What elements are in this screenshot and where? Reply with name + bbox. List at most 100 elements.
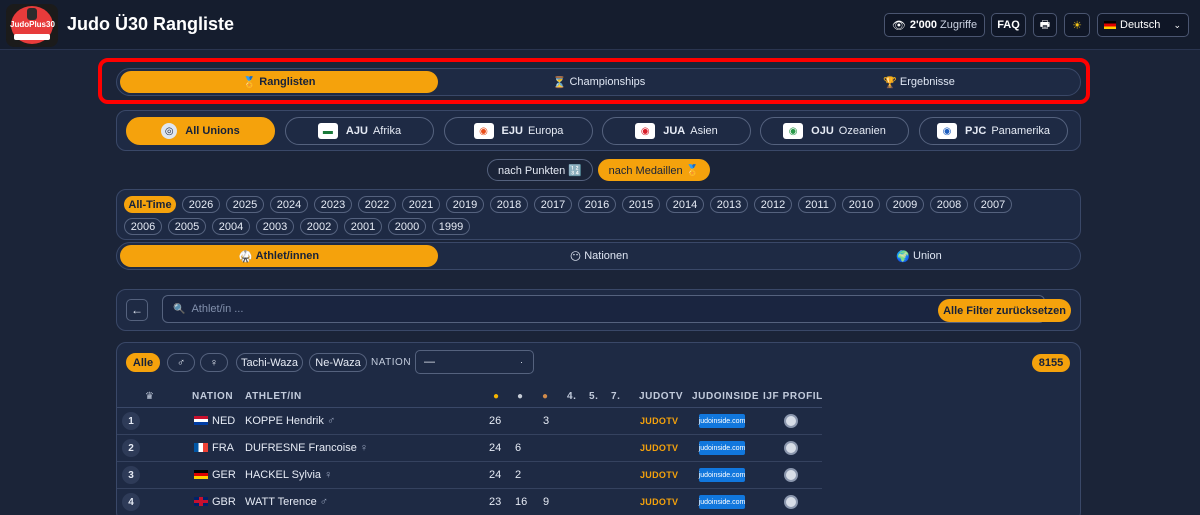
union-name: Europa: [527, 125, 564, 137]
gold-medal-icon[interactable]: ●: [493, 391, 500, 402]
year-pill-2018[interactable]: 2018: [490, 196, 528, 213]
tab-union[interactable]: 🌍 Union: [760, 245, 1078, 267]
nation-code: GER: [212, 469, 236, 481]
filter-ne-waza-button[interactable]: Ne-Waza: [309, 353, 367, 372]
app-logo[interactable]: JudoPlus30: [6, 4, 58, 47]
filter-all-button[interactable]: Alle: [126, 353, 160, 372]
col-4th-header[interactable]: 4.: [567, 391, 577, 402]
year-pill-2000[interactable]: 2000: [388, 218, 426, 235]
theme-toggle-button[interactable]: ☀: [1064, 13, 1090, 37]
sort-medals-button[interactable]: nach Medaillen 🏅: [598, 159, 710, 181]
year-pill-2013[interactable]: 2013: [710, 196, 748, 213]
trophy-icon: 🏆: [883, 76, 897, 89]
tab-ranglisten[interactable]: 🏅 Ranglisten: [120, 71, 438, 93]
reset-filters-button[interactable]: Alle Filter zurücksetzen: [938, 299, 1071, 322]
ijf-profile-icon[interactable]: [784, 468, 798, 482]
judotv-link[interactable]: JUDOTV: [640, 497, 678, 507]
col-athlete-header[interactable]: ATHLET/IN: [245, 391, 302, 402]
tab-athletes[interactable]: 🥋 Athlet/innen: [120, 245, 438, 267]
year-pill-2001[interactable]: 2001: [344, 218, 382, 235]
athlete-cell[interactable]: WATT Terence ♂: [245, 496, 328, 508]
flag-icon: [194, 497, 208, 506]
athlete-name: WATT Terence: [245, 496, 317, 508]
tab-ergebnisse[interactable]: 🏆 Ergebnisse: [760, 71, 1078, 93]
year-pill-2015[interactable]: 2015: [622, 196, 660, 213]
nation-cell: NED: [194, 415, 235, 427]
year-pill-2019[interactable]: 2019: [446, 196, 484, 213]
year-pill-2004[interactable]: 2004: [212, 218, 250, 235]
year-pill-2023[interactable]: 2023: [314, 196, 352, 213]
union-eju-button[interactable]: ◉ EJU Europa: [444, 117, 593, 145]
bronze-medal-icon[interactable]: ●: [542, 391, 549, 402]
table-row[interactable]: 2 FRA DUFRESNE Francoise ♀ 24 6 JUDOTV judoins…: [117, 435, 822, 462]
year-pill-2016[interactable]: 2016: [578, 196, 616, 213]
tab-label: Union: [913, 250, 942, 262]
union-pjc-button[interactable]: ◉ PJC Panamerika: [919, 117, 1068, 145]
ijf-profile-icon[interactable]: [784, 414, 798, 428]
filter-male-button[interactable]: ♂: [167, 353, 195, 372]
year-pill-2014[interactable]: 2014: [666, 196, 704, 213]
union-aju-button[interactable]: ▬ AJU Afrika: [285, 117, 434, 145]
ijf-profile-icon[interactable]: [784, 495, 798, 509]
year-pill-2002[interactable]: 2002: [300, 218, 338, 235]
ijf-profile-icon[interactable]: [784, 441, 798, 455]
views-counter[interactable]: 👁 2'000 Zugriffe: [884, 13, 985, 37]
year-pill-2010[interactable]: 2010: [842, 196, 880, 213]
year-pill-2011[interactable]: 2011: [798, 196, 836, 213]
union-jua-button[interactable]: ◉ JUA Asien: [602, 117, 751, 145]
filter-female-button[interactable]: ♀: [200, 353, 228, 372]
athlete-search-input[interactable]: 🔍 Athlet/in ...: [162, 295, 1045, 323]
year-pill-2022[interactable]: 2022: [358, 196, 396, 213]
union-oju-button[interactable]: ◉ OJU Ozeanien: [760, 117, 909, 145]
table-row[interactable]: 4 GBR WATT Terence ♂ 23 16 9 JUDOTV judoinside.…: [117, 489, 822, 515]
judotv-link[interactable]: JUDOTV: [640, 416, 678, 426]
judotv-link[interactable]: JUDOTV: [640, 443, 678, 453]
table-row[interactable]: 1 NED KOPPE Hendrik ♂ 26 3 JUDOTV judoinside.c…: [117, 408, 822, 435]
language-select[interactable]: Deutsch ⌄: [1097, 13, 1189, 37]
athlete-cell[interactable]: DUFRESNE Francoise ♀: [245, 442, 368, 454]
col-nation-header[interactable]: NATION: [192, 391, 233, 402]
silver-medal-icon[interactable]: ●: [517, 391, 524, 402]
year-pill-2024[interactable]: 2024: [270, 196, 308, 213]
year-pill-2012[interactable]: 2012: [754, 196, 792, 213]
year-pill-2006[interactable]: 2006: [124, 218, 162, 235]
athlete-cell[interactable]: HACKEL Sylvia ♀: [245, 469, 332, 481]
year-pill-2003[interactable]: 2003: [256, 218, 294, 235]
tab-championships[interactable]: ⏳ Championships: [440, 71, 758, 93]
col-5th-header[interactable]: 5.: [589, 391, 599, 402]
year-pill-2026[interactable]: 2026: [182, 196, 220, 213]
globe-icon: 🌍: [896, 250, 910, 263]
search-panel: ← 🔍 Athlet/in ... Alle Filter zurücksetz…: [116, 289, 1081, 331]
filter-tachi-waza-button[interactable]: Tachi-Waza: [236, 353, 303, 372]
nation-select[interactable]: — ·: [415, 350, 534, 374]
judoinside-link[interactable]: judoinside.com: [699, 468, 745, 482]
faq-button[interactable]: FAQ: [991, 13, 1026, 37]
year-pill-2017[interactable]: 2017: [534, 196, 572, 213]
year-pill-2025[interactable]: 2025: [226, 196, 264, 213]
union-code: JUA: [663, 125, 686, 137]
judoinside-link[interactable]: judoinside.com: [699, 495, 745, 509]
union-code: PJC: [964, 125, 987, 137]
col-7th-header[interactable]: 7.: [611, 391, 621, 402]
print-button[interactable]: 🖶: [1033, 13, 1057, 37]
union-all-button[interactable]: ◎ All Unions: [126, 117, 275, 145]
year-pill-2009[interactable]: 2009: [886, 196, 924, 213]
year-pill-2005[interactable]: 2005: [168, 218, 206, 235]
bronze-count: 9: [543, 496, 550, 508]
judotv-link[interactable]: JUDOTV: [640, 470, 678, 480]
athlete-cell[interactable]: KOPPE Hendrik ♂: [245, 415, 335, 427]
crown-icon: ♛: [145, 391, 155, 402]
pjc-logo-icon: ◉: [936, 123, 957, 139]
year-pill-2008[interactable]: 2008: [930, 196, 968, 213]
year-pill-1999[interactable]: 1999: [432, 218, 470, 235]
sort-points-button[interactable]: nach Punkten 🔢: [487, 159, 593, 181]
year-pill-all-time[interactable]: All-Time: [124, 196, 176, 213]
judoinside-link[interactable]: judoinside.com: [699, 414, 745, 428]
year-pill-2021[interactable]: 2021: [402, 196, 440, 213]
table-row[interactable]: 3 GER HACKEL Sylvia ♀ 24 2 JUDOTV judoinside.c…: [117, 462, 822, 489]
views-value: 2'000: [909, 19, 937, 31]
tab-nations[interactable]: 😶 Nationen: [440, 245, 758, 267]
year-pill-2007[interactable]: 2007: [974, 196, 1012, 213]
back-button[interactable]: ←: [126, 299, 148, 321]
judoinside-link[interactable]: judoinside.com: [699, 441, 745, 455]
